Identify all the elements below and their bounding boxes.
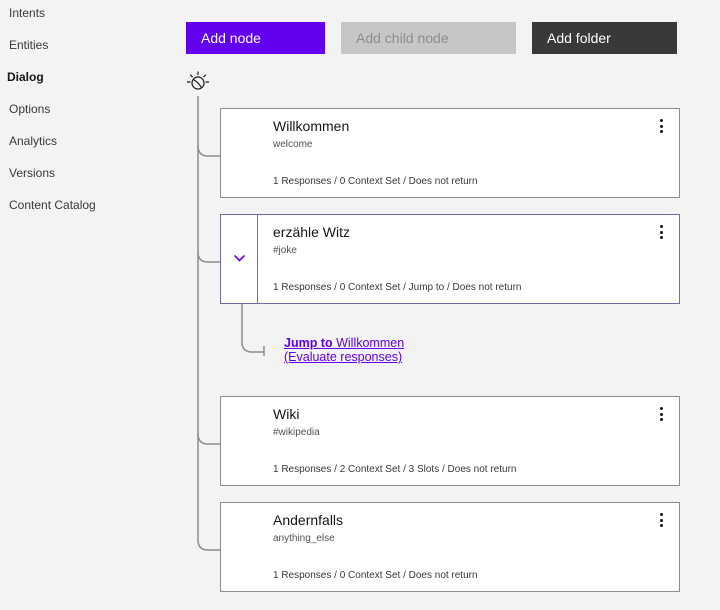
sidebar: Intents Entities Dialog Options Analytic… bbox=[0, 0, 170, 610]
add-folder-button[interactable]: Add folder bbox=[532, 22, 677, 54]
node-summary: 1 Responses / 0 Context Set / Does not r… bbox=[273, 570, 478, 581]
node-summary: 1 Responses / 0 Context Set / Does not r… bbox=[273, 176, 478, 187]
node-title: Willkommen bbox=[273, 118, 350, 134]
root-node-icon bbox=[186, 71, 210, 90]
overflow-menu-icon[interactable] bbox=[655, 117, 669, 135]
jump-target: Willkommen bbox=[336, 336, 405, 350]
dialog-node-wiki[interactable]: Wiki #wikipedia 1 Responses / 2 Context … bbox=[220, 396, 680, 486]
dialog-node-andernfalls[interactable]: Andernfalls anything_else 1 Responses / … bbox=[220, 502, 680, 592]
node-summary: 1 Responses / 2 Context Set / 3 Slots / … bbox=[273, 464, 517, 475]
sidebar-item-dialog[interactable]: Dialog bbox=[7, 70, 44, 84]
node-condition: #joke bbox=[273, 245, 297, 256]
dialog-node-erzaehle-witz[interactable]: erzähle Witz #joke 1 Responses / 0 Conte… bbox=[220, 214, 680, 304]
sidebar-item-analytics[interactable]: Analytics bbox=[9, 134, 57, 148]
sidebar-item-intents[interactable]: Intents bbox=[9, 6, 45, 20]
node-summary: 1 Responses / 0 Context Set / Jump to / … bbox=[273, 282, 522, 293]
jump-to-link[interactable]: Jump to Willkommen (Evaluate responses) bbox=[284, 336, 404, 364]
node-title: Andernfalls bbox=[273, 512, 344, 528]
expand-toggle[interactable] bbox=[221, 215, 258, 303]
jump-to-label: Jump to bbox=[284, 336, 333, 350]
jump-mode: (Evaluate responses) bbox=[284, 350, 403, 364]
sidebar-item-versions[interactable]: Versions bbox=[9, 166, 55, 180]
chevron-down-icon bbox=[234, 255, 245, 262]
add-child-node-button[interactable]: Add child node bbox=[341, 22, 516, 54]
sidebar-item-content-catalog[interactable]: Content Catalog bbox=[9, 198, 96, 212]
sidebar-item-entities[interactable]: Entities bbox=[9, 38, 48, 52]
overflow-menu-icon[interactable] bbox=[655, 223, 669, 241]
node-condition: welcome bbox=[273, 139, 313, 150]
overflow-menu-icon[interactable] bbox=[655, 511, 669, 529]
node-condition: #wikipedia bbox=[273, 427, 320, 438]
node-title: Wiki bbox=[273, 406, 300, 422]
node-title: erzähle Witz bbox=[273, 224, 351, 240]
dialog-node-willkommen[interactable]: Willkommen welcome 1 Responses / 0 Conte… bbox=[220, 108, 680, 198]
node-condition: anything_else bbox=[273, 533, 335, 544]
sidebar-item-options[interactable]: Options bbox=[9, 102, 50, 116]
overflow-menu-icon[interactable] bbox=[655, 405, 669, 423]
add-node-button[interactable]: Add node bbox=[186, 22, 325, 54]
